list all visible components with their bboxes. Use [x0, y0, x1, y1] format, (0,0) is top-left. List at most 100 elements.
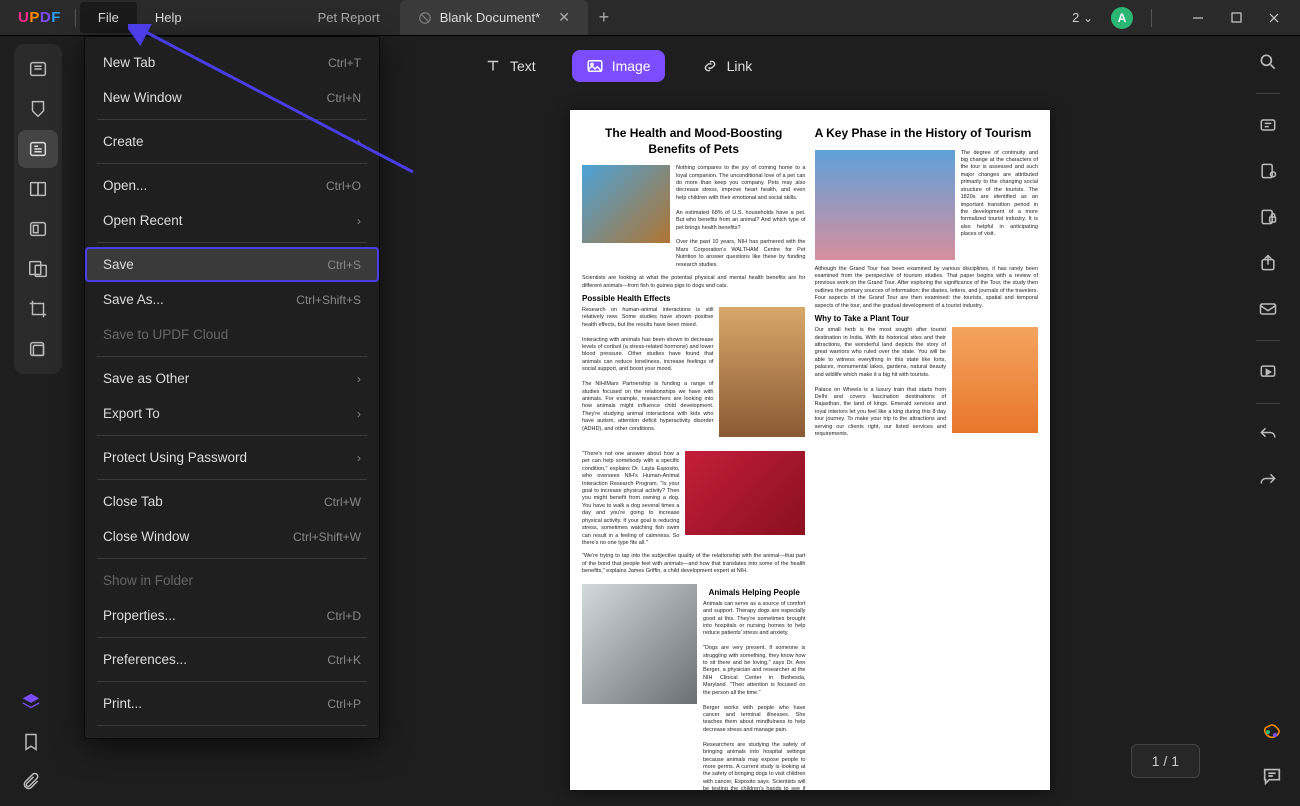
doc-paragraph: Research on human-animal interactions is…	[582, 307, 713, 437]
menu-preferences[interactable]: Preferences...Ctrl+K	[85, 642, 379, 677]
toolbar-text-button[interactable]: Text	[470, 50, 550, 82]
toolbar-link-button[interactable]: Link	[687, 50, 767, 82]
watermark-button[interactable]	[1250, 153, 1286, 189]
tool-convert[interactable]	[18, 250, 58, 288]
tab-pet-report[interactable]: Pet Report	[300, 0, 398, 35]
doc-subheading: Possible Health Effects	[582, 294, 805, 303]
divider	[97, 558, 367, 559]
doc-image[interactable]	[815, 150, 955, 260]
divider	[97, 163, 367, 164]
toolbar-image-button[interactable]: Image	[572, 50, 665, 82]
protect-button[interactable]	[1250, 199, 1286, 235]
link-icon	[701, 57, 719, 75]
doc-heading: The Health and Mood-Boosting Benefits of…	[582, 126, 805, 157]
divider	[1256, 340, 1280, 341]
vertical-scrollbar[interactable]	[1230, 100, 1238, 740]
page-indicator[interactable]: 1 / 1	[1131, 744, 1200, 778]
divider	[1151, 9, 1152, 27]
menu-print[interactable]: Print...Ctrl+P	[85, 686, 379, 721]
share-button[interactable]	[1250, 245, 1286, 281]
search-button[interactable]	[1250, 44, 1286, 80]
divider	[97, 725, 367, 726]
text-icon	[484, 57, 502, 75]
doc-image[interactable]	[719, 307, 805, 437]
divider	[97, 356, 367, 357]
left-sidebar	[14, 44, 62, 374]
user-avatar[interactable]: A	[1111, 7, 1133, 29]
doc-image[interactable]	[582, 165, 670, 243]
chevron-right-icon: ›	[357, 372, 361, 386]
chevron-right-icon: ›	[357, 135, 361, 149]
doc-paragraph: Although the Grand Tour has been examine…	[815, 266, 1038, 311]
minimize-button[interactable]	[1180, 4, 1216, 32]
close-window-button[interactable]	[1256, 4, 1292, 32]
tool-compress[interactable]	[18, 330, 58, 368]
doc-paragraph: Animals can serve as a source of comfort…	[703, 601, 805, 790]
email-button[interactable]	[1250, 291, 1286, 327]
divider	[97, 479, 367, 480]
menu-properties[interactable]: Properties...Ctrl+D	[85, 598, 379, 633]
tool-edit[interactable]	[18, 130, 58, 168]
titlebar: UPDF File Help Pet Report Blank Document…	[0, 0, 1300, 36]
doc-image[interactable]	[582, 584, 697, 704]
menu-new-tab[interactable]: New TabCtrl+T	[85, 45, 379, 80]
layers-icon[interactable]	[20, 691, 42, 718]
divider	[97, 242, 367, 243]
divider	[97, 119, 367, 120]
tab-label: Blank Document*	[440, 10, 540, 25]
divider	[97, 435, 367, 436]
menu-save-as[interactable]: Save As...Ctrl+Shift+S	[85, 282, 379, 317]
slideshow-button[interactable]	[1250, 354, 1286, 390]
document-page[interactable]: The Health and Mood-Boosting Benefits of…	[570, 110, 1050, 790]
tab-blank-document[interactable]: Blank Document* ✕	[400, 0, 588, 35]
tool-form[interactable]	[18, 170, 58, 208]
menu-open[interactable]: Open...Ctrl+O	[85, 168, 379, 203]
attachment-icon[interactable]	[21, 771, 41, 796]
doc-image[interactable]	[685, 451, 805, 535]
menu-open-recent[interactable]: Open Recent›	[85, 203, 379, 238]
file-menu-dropdown: New TabCtrl+T New WindowCtrl+N Create› O…	[84, 36, 380, 739]
doc-paragraph: Scientists are looking at what the poten…	[582, 275, 805, 290]
right-sidebar	[1246, 44, 1290, 499]
add-tab-button[interactable]: +	[590, 7, 618, 28]
doc-paragraph: Nothing compares to the joy of coming ho…	[676, 165, 805, 269]
chevron-right-icon: ›	[357, 451, 361, 465]
menu-export-to[interactable]: Export To›	[85, 396, 379, 431]
doc-paragraph: "We're trying to tap into the subjective…	[582, 553, 805, 575]
menu-close-tab[interactable]: Close TabCtrl+W	[85, 484, 379, 519]
divider	[97, 637, 367, 638]
edit-toolbar: Text Image Link	[470, 50, 766, 82]
divider	[1256, 93, 1280, 94]
left-sidebar-bottom	[20, 691, 42, 796]
doc-image[interactable]	[952, 327, 1038, 433]
menu-save-other[interactable]: Save as Other›	[85, 361, 379, 396]
menu-protect-password[interactable]: Protect Using Password›	[85, 440, 379, 475]
menu-save-cloud: Save to UPDF Cloud	[85, 317, 379, 352]
document-icon	[418, 11, 432, 25]
menu-show-in-folder: Show in Folder	[85, 563, 379, 598]
image-icon	[586, 57, 604, 75]
tool-highlight[interactable]	[18, 90, 58, 128]
bookmark-icon[interactable]	[21, 732, 41, 757]
tool-organize[interactable]	[18, 210, 58, 248]
close-icon[interactable]: ✕	[558, 9, 570, 26]
tool-reader[interactable]	[18, 50, 58, 88]
menu-close-window[interactable]: Close WindowCtrl+Shift+W	[85, 519, 379, 554]
doc-paragraph: "There's not one answer about how a pet …	[582, 451, 679, 547]
undo-button[interactable]	[1250, 417, 1286, 453]
redo-button[interactable]	[1250, 463, 1286, 499]
menu-create[interactable]: Create›	[85, 124, 379, 159]
menu-help[interactable]: Help	[137, 2, 200, 33]
ai-assistant-icon[interactable]	[1260, 722, 1284, 751]
doc-heading: A Key Phase in the History of Tourism	[815, 126, 1038, 142]
chevron-right-icon: ›	[357, 407, 361, 421]
comment-icon[interactable]	[1261, 765, 1283, 792]
ocr-button[interactable]	[1250, 107, 1286, 143]
menu-save[interactable]: SaveCtrl+S	[85, 247, 379, 282]
chevron-right-icon: ›	[357, 214, 361, 228]
menu-file[interactable]: File	[80, 2, 137, 33]
menu-new-window[interactable]: New WindowCtrl+N	[85, 80, 379, 115]
zoom-indicator[interactable]: 2 ⌄	[1068, 6, 1097, 29]
tool-crop[interactable]	[18, 290, 58, 328]
maximize-button[interactable]	[1218, 4, 1254, 32]
